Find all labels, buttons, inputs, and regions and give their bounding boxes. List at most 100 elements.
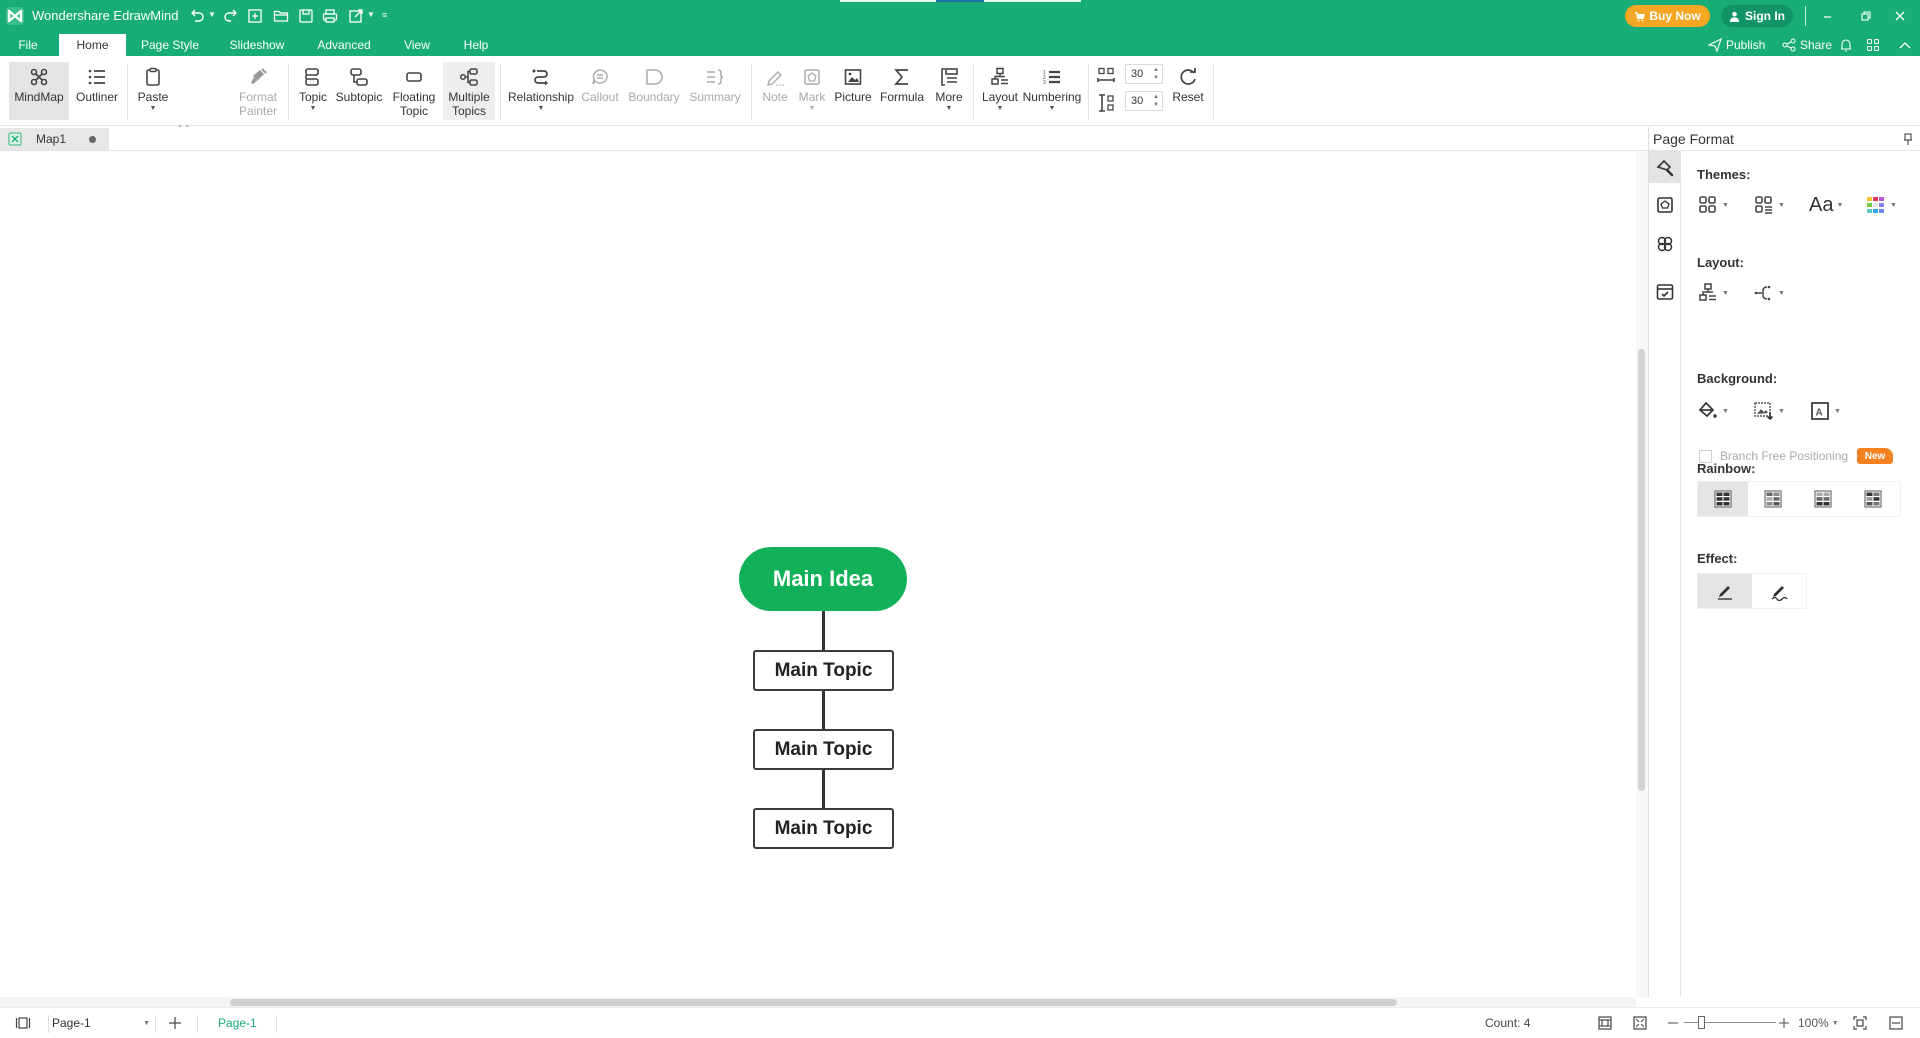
zoom-in-button[interactable] — [1778, 1008, 1790, 1038]
zoom-slider-thumb[interactable] — [1698, 1016, 1706, 1029]
topic-button[interactable]: Topic ▼ — [295, 62, 331, 120]
fit-page-button[interactable] — [1597, 1008, 1613, 1038]
vertical-scroll-thumb[interactable] — [1638, 349, 1645, 791]
picture-button[interactable]: Picture — [831, 62, 875, 120]
theme-button[interactable]: ▼ — [1697, 193, 1729, 217]
undo-dropdown-caret[interactable]: ▼ — [208, 11, 216, 19]
apps-button[interactable] — [1866, 34, 1880, 56]
main-topic-node[interactable]: Main Topic — [753, 808, 894, 849]
new-file-button[interactable] — [246, 7, 264, 25]
publish-button[interactable]: Publish — [1708, 34, 1765, 56]
spin-arrows[interactable]: ▲ ▼ — [1153, 93, 1159, 109]
vertical-scrollbar[interactable] — [1636, 151, 1648, 997]
redo-button[interactable] — [222, 7, 240, 25]
zoom-level-select[interactable]: 100% ▼ — [1798, 1008, 1839, 1038]
subtopic-button[interactable]: Subtopic — [334, 62, 384, 120]
floating-topic-button[interactable]: Floating Topic — [388, 62, 440, 120]
export-button[interactable] — [347, 7, 365, 25]
sign-in-button[interactable]: Sign In — [1721, 5, 1793, 27]
tab-advanced[interactable]: Advanced — [309, 34, 379, 56]
mindmap-view-button[interactable]: MindMap — [9, 62, 69, 120]
tab-home[interactable]: Home — [59, 34, 126, 56]
layout-dropdown-caret[interactable]: ▼ — [997, 105, 1004, 113]
reset-button[interactable]: Reset — [1168, 62, 1208, 120]
multiple-topics-button[interactable]: Multiple Topics — [443, 62, 495, 120]
share-button[interactable]: Share — [1782, 34, 1832, 56]
side-tab-clipart[interactable] — [1649, 228, 1681, 260]
export-dropdown-caret[interactable]: ▼ — [367, 11, 375, 19]
summary-button[interactable]: Summary — [686, 62, 744, 120]
customize-quick-access[interactable]: ≡ — [382, 11, 390, 20]
effect-option-normal[interactable] — [1698, 574, 1752, 608]
paste-dropdown-caret[interactable]: ▼ — [150, 105, 157, 113]
relationship-dropdown-caret[interactable]: ▼ — [538, 105, 545, 113]
tab-page-style[interactable]: Page Style — [134, 34, 206, 56]
rainbow-option[interactable] — [1748, 482, 1798, 516]
zoom-slider[interactable] — [1684, 1008, 1776, 1038]
print-button[interactable] — [321, 7, 339, 25]
add-page-button[interactable] — [168, 1008, 182, 1038]
side-tab-task[interactable] — [1649, 276, 1681, 308]
vertical-spacing-input[interactable]: 30 ▲ ▼ — [1125, 91, 1163, 111]
theme-list-button[interactable]: ▼ — [1753, 193, 1785, 217]
formula-button[interactable]: Formula — [878, 62, 926, 120]
theme-font-button[interactable]: Aa ▼ — [1809, 193, 1843, 217]
buy-now-button[interactable]: Buy Now — [1625, 5, 1710, 27]
tab-slideshow[interactable]: Slideshow — [222, 34, 292, 56]
close-button[interactable] — [1880, 0, 1920, 32]
main-topic-node[interactable]: Main Topic — [753, 650, 894, 691]
callout-button[interactable]: Callout — [578, 62, 622, 120]
layout-button[interactable]: Layout ▼ — [978, 62, 1022, 120]
fit-width-button[interactable] — [1888, 1008, 1904, 1038]
boundary-button[interactable]: Boundary — [624, 62, 684, 120]
tab-file[interactable]: File — [8, 34, 48, 56]
save-button[interactable] — [297, 7, 315, 25]
horizontal-spacing-input[interactable]: 30 ▲ ▼ — [1125, 64, 1163, 84]
tab-view[interactable]: View — [397, 34, 437, 56]
more-dropdown-caret[interactable]: ▼ — [946, 105, 953, 113]
side-tab-style[interactable] — [1649, 189, 1681, 221]
more-button[interactable]: More ▼ — [929, 62, 969, 120]
document-tab-map1[interactable]: Map1 — [0, 128, 109, 150]
background-color-button[interactable]: ▼ — [1697, 399, 1729, 423]
fullscreen-button[interactable] — [1632, 1008, 1648, 1038]
unsaved-dot-icon[interactable] — [89, 136, 96, 143]
watermark-button[interactable]: A ▼ — [1809, 399, 1841, 423]
fit-window-button[interactable] — [1852, 1008, 1868, 1038]
numbering-dropdown-caret[interactable]: ▼ — [1049, 105, 1056, 113]
rainbow-option[interactable] — [1848, 482, 1898, 516]
background-image-button[interactable]: ▼ — [1753, 399, 1785, 423]
toggle-page-panel-button[interactable] — [15, 1008, 31, 1038]
page-select[interactable]: Page-1 ▼ — [52, 1008, 152, 1038]
topic-dropdown-caret[interactable]: ▼ — [310, 105, 317, 113]
notifications-button[interactable] — [1839, 34, 1853, 56]
theme-color-button[interactable]: ▼ — [1865, 193, 1897, 217]
format-painter-button[interactable]: Format Painter — [234, 62, 282, 120]
main-topic-node[interactable]: Main Topic — [753, 729, 894, 770]
main-idea-node[interactable]: Main Idea — [739, 547, 907, 611]
open-button[interactable] — [272, 7, 290, 25]
spin-arrows[interactable]: ▲ ▼ — [1153, 66, 1159, 82]
mark-button[interactable]: Mark ▼ — [795, 62, 829, 120]
numbering-button[interactable]: 123 Numbering ▼ — [1022, 62, 1082, 120]
horizontal-scroll-thumb[interactable] — [230, 999, 1397, 1006]
zoom-out-button[interactable] — [1667, 1008, 1679, 1038]
connector-style-button[interactable]: ▼ — [1753, 281, 1785, 305]
pin-icon[interactable] — [1903, 133, 1913, 145]
page-tab-page-1[interactable]: Page-1 — [218, 1008, 257, 1038]
effect-option-hand-drawn[interactable] — [1752, 574, 1806, 608]
relationship-button[interactable]: Relationship ▼ — [506, 62, 576, 120]
outliner-view-button[interactable]: Outliner — [71, 62, 123, 120]
minimize-button[interactable] — [1808, 0, 1848, 32]
tab-help[interactable]: Help — [456, 34, 496, 56]
horizontal-scrollbar[interactable] — [0, 997, 1636, 1007]
side-tab-page-format[interactable] — [1649, 151, 1681, 183]
mark-dropdown-caret[interactable]: ▼ — [809, 105, 816, 113]
paste-button[interactable]: Paste ▼ — [134, 62, 172, 120]
layout-structure-button[interactable]: ▼ — [1697, 281, 1729, 305]
rainbow-option[interactable] — [1698, 482, 1748, 516]
collapse-ribbon-button[interactable] — [1898, 34, 1912, 56]
rainbow-option[interactable] — [1798, 482, 1848, 516]
undo-button[interactable] — [188, 7, 206, 25]
note-button[interactable]: Note — [758, 62, 792, 120]
